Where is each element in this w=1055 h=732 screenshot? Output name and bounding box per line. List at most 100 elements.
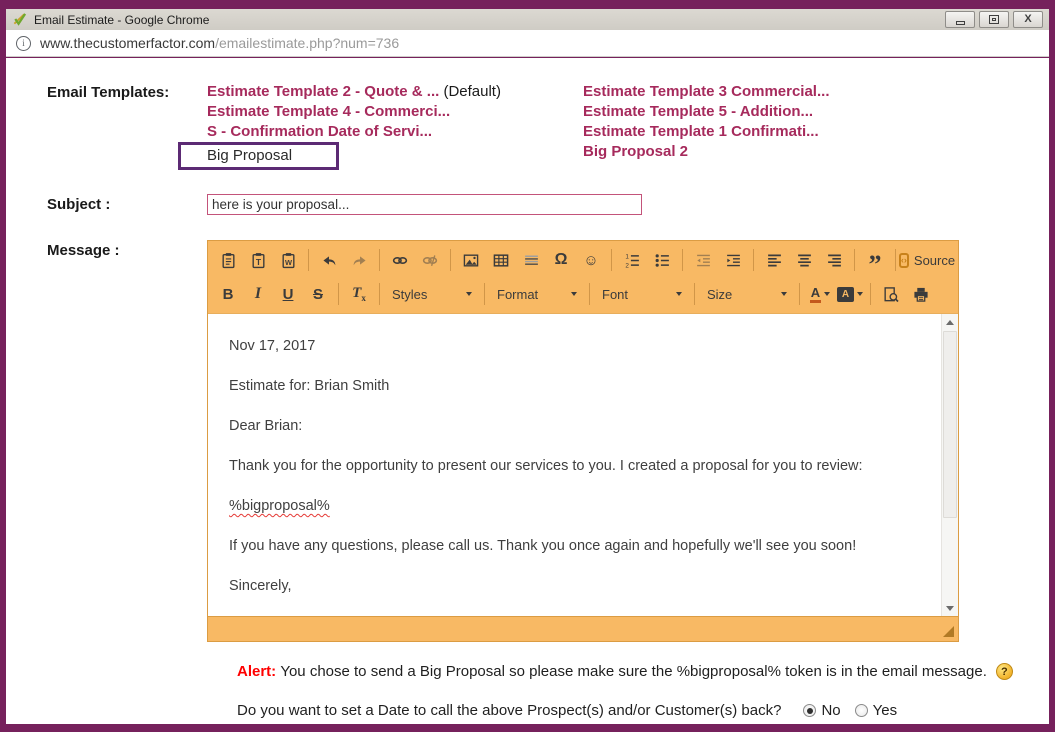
bold-icon: B [223,286,234,303]
paste-from-word-button[interactable]: W [274,247,302,273]
image-icon [462,252,480,269]
smiley-button[interactable]: ☺ [577,247,605,273]
undo-button[interactable] [315,247,343,273]
text-color-button[interactable]: A [806,281,834,307]
template-link-big-proposal-2[interactable]: Big Proposal 2 [583,142,959,162]
styles-dropdown-label: Styles [392,287,427,302]
toolbar-separator [338,283,339,305]
source-icon: ‹› [899,253,909,268]
bulleted-list-icon [654,252,671,269]
template-column-1: Estimate Template 2 - Quote & ... (Defau… [207,82,583,170]
table-icon [492,252,510,269]
message-label: Message : [47,240,207,261]
template-link-estimate-5[interactable]: Estimate Template 5 - Addition... [583,102,959,122]
link-button[interactable] [386,247,414,273]
remove-format-button[interactable]: Tx [345,281,373,307]
callback-question-row: Do you want to set a Date to call the ab… [237,702,1049,719]
font-dropdown[interactable]: Font [596,281,688,307]
template-link-estimate-2[interactable]: Estimate Template 2 - Quote & ... (Defau… [207,82,583,102]
page-content: Email Templates: Estimate Template 2 - Q… [6,58,1049,724]
special-character-button[interactable]: Ω [547,247,575,273]
toolbar-separator [870,283,871,305]
table-button[interactable] [487,247,515,273]
decrease-indent-button[interactable] [689,247,717,273]
toolbar-separator [379,283,380,305]
template-link-estimate-4[interactable]: Estimate Template 4 - Commerci... [207,102,583,122]
numbered-list-button[interactable]: 12 [618,247,646,273]
redo-button[interactable] [345,247,373,273]
alert-text: You chose to send a Big Proposal so plea… [276,663,987,680]
chevron-down-icon [571,292,577,296]
scroll-up-icon [946,320,954,325]
message-line-date: Nov 17, 2017 [229,338,931,355]
remove-format-icon: Tx [352,285,366,303]
site-favicon [12,12,27,27]
size-dropdown[interactable]: Size [701,281,793,307]
editor-footer-bar [208,616,958,641]
template-link-confirmation-date[interactable]: S - Confirmation Date of Servi... [207,122,583,142]
editor-content-area[interactable]: Nov 17, 2017 Estimate for: Brian Smith D… [208,313,958,616]
align-right-button[interactable] [820,247,848,273]
strikethrough-button[interactable]: S [304,281,332,307]
align-left-button[interactable] [760,247,788,273]
horizontal-line-button[interactable] [517,247,545,273]
callback-option-no[interactable]: No [803,702,840,719]
page-info-icon[interactable]: i [16,36,31,51]
underline-button[interactable]: U [274,281,302,307]
paste-from-word-icon: W [280,252,297,269]
toolbar-separator [379,249,380,271]
template-link-big-proposal[interactable]: Big Proposal [207,147,292,164]
preview-button[interactable] [877,281,905,307]
paste-icon [220,252,237,269]
image-button[interactable] [457,247,485,273]
increase-indent-button[interactable] [719,247,747,273]
svg-text:2: 2 [625,262,629,268]
email-templates-label: Email Templates: [47,82,207,103]
help-icon[interactable]: ? [996,663,1013,680]
close-button[interactable]: X [1013,11,1043,28]
scroll-down-button[interactable] [942,600,958,616]
toolbar-row-1: T W [214,243,952,277]
window-titlebar[interactable]: Email Estimate - Google Chrome X [6,9,1049,30]
radio-no-selected-icon[interactable] [803,704,816,717]
bold-button[interactable]: B [214,281,242,307]
styles-dropdown[interactable]: Styles [386,281,478,307]
chevron-down-icon [466,292,472,296]
blockquote-button[interactable]: ” [861,247,889,273]
template-link-estimate-3[interactable]: Estimate Template 3 Commercial... [583,82,959,102]
template-link-estimate-1[interactable]: Estimate Template 1 Confirmati... [583,122,959,142]
browser-window: Email Estimate - Google Chrome X i www.t… [0,0,1055,732]
italic-button[interactable]: I [244,281,272,307]
callback-option-yes[interactable]: Yes [855,702,897,719]
scroll-up-button[interactable] [942,314,958,330]
align-center-button[interactable] [790,247,818,273]
toolbar-separator [895,249,896,271]
email-message-body[interactable]: Nov 17, 2017 Estimate for: Brian Smith D… [208,314,941,616]
radio-yes-unselected-icon[interactable] [855,704,868,717]
underline-icon: U [283,286,294,303]
toolbar-separator [799,283,800,305]
background-color-button[interactable]: A [836,281,864,307]
subject-input[interactable] [207,194,642,215]
address-bar[interactable]: i www.thecustomerfactor.com/emailestimat… [6,30,1049,57]
paste-plain-text-button[interactable]: T [244,247,272,273]
source-button[interactable]: ‹› Source [902,247,952,273]
minimize-button[interactable] [945,11,975,28]
editor-resize-handle[interactable] [943,626,954,637]
template-columns: Estimate Template 2 - Quote & ... (Defau… [207,82,959,170]
print-button[interactable] [907,281,935,307]
editor-scrollbar[interactable] [941,314,958,616]
bulleted-list-button[interactable] [648,247,676,273]
radio-no-label: No [821,702,840,719]
maximize-button[interactable] [979,11,1009,28]
toolbar-separator [694,283,695,305]
format-dropdown[interactable]: Format [491,281,583,307]
paste-plain-text-icon: T [250,252,267,269]
selected-template-highlight-box: Big Proposal [178,142,339,170]
unlink-button[interactable] [416,247,444,273]
url[interactable]: www.thecustomerfactor.com/emailestimate.… [40,35,399,51]
chevron-down-icon [676,292,682,296]
scrollbar-thumb[interactable] [943,331,957,518]
paste-button[interactable] [214,247,242,273]
maximize-icon [989,15,999,24]
